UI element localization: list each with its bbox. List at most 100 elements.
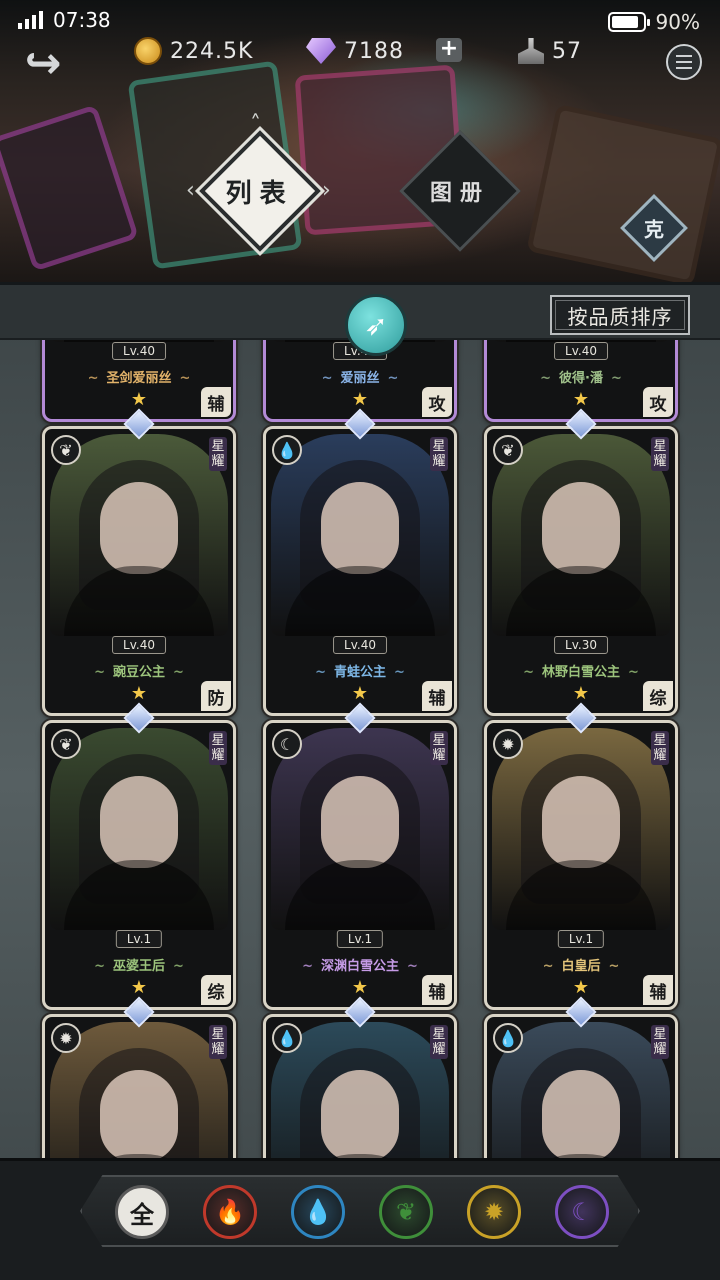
status-time: 07:38: [53, 8, 111, 32]
filter-water-button[interactable]: 💧: [291, 1185, 345, 1239]
rarity-mark: 星耀: [209, 731, 227, 765]
rarity-mark: 星耀: [430, 1025, 448, 1059]
role-badge: 综: [201, 975, 231, 1005]
rarity-mark: 星耀: [430, 731, 448, 765]
filter-leaf-button[interactable]: ❦: [379, 1185, 433, 1239]
quick-upgrade-button[interactable]: ➶: [345, 294, 407, 356]
role-badge: 防: [201, 681, 231, 711]
card-level: Lv.40: [112, 342, 166, 360]
card-name: 彼得·潘: [487, 367, 675, 386]
card-level: Lv.1: [115, 930, 163, 948]
gold-coin-icon: [134, 37, 162, 65]
card-name: 青蛙公主: [266, 661, 454, 680]
card-level: Lv.40: [333, 636, 387, 654]
tab-list-label: 列表: [225, 178, 295, 209]
character-card[interactable]: 💧 星耀: [484, 1014, 678, 1158]
filter-fire-button[interactable]: 🔥: [203, 1185, 257, 1239]
gem-icon: [306, 38, 336, 64]
card-level: Lv.1: [557, 930, 605, 948]
role-badge: 辅: [422, 681, 452, 711]
battery-icon: [607, 12, 650, 32]
gem-counter: 7188: [306, 36, 404, 66]
character-portrait: [271, 434, 449, 636]
gem-amount: 7188: [344, 38, 404, 64]
character-card[interactable]: ✹ 星耀 Lv.1 白皇后 ★ 辅: [484, 720, 678, 1010]
card-name: 白皇后: [487, 955, 675, 974]
add-gems-button[interactable]: +: [436, 38, 462, 62]
character-card[interactable]: ✹ 星耀: [42, 1014, 236, 1158]
tab-left-arrow-icon: ‹: [186, 178, 195, 203]
leaf-element-icon: ❦: [493, 435, 523, 465]
role-badge: 辅: [643, 975, 673, 1005]
character-card[interactable]: ❦ 星耀 Lv.1 巫婆王后 ★ 综: [42, 720, 236, 1010]
filter-all-label: 全: [130, 1200, 154, 1229]
character-card[interactable]: ☾ 星耀 Lv.1 深渊白雪公主 ★ 辅: [263, 720, 457, 1010]
role-badge: 攻: [643, 387, 673, 417]
ink-counter: 57: [518, 36, 582, 66]
water-element-icon: 💧: [272, 435, 302, 465]
character-card[interactable]: ❦ 星耀 Lv.30 林野白雪公主 ★ 综: [484, 426, 678, 716]
gold-amount: 224.5K: [170, 38, 254, 64]
sun-element-icon: ✹: [51, 1023, 81, 1053]
role-badge: 辅: [201, 387, 231, 417]
battery-indicator: 90%: [607, 10, 700, 34]
leaf-icon: ❦: [395, 1198, 417, 1226]
water-element-icon: 💧: [272, 1023, 302, 1053]
ink-amount: 57: [552, 38, 582, 64]
card-level: Lv.40: [112, 636, 166, 654]
leaf-element-icon: ❦: [51, 729, 81, 759]
card-name: 圣剑爱丽丝: [45, 367, 233, 386]
role-badge: 辅: [422, 975, 452, 1005]
back-arrow-icon: ↩: [24, 37, 62, 89]
character-grid[interactable]: Lv.40 圣剑爱丽丝 ★ 辅 Lv.40 爱丽丝 ★ 攻 Lv.40 彼得·潘…: [0, 340, 720, 1158]
header-banner: 07:38 90% ↩ 224.5K 7188 + 57 ‹ ˄ ˅ › 列表 …: [0, 0, 720, 282]
rarity-mark: 星耀: [651, 1025, 669, 1059]
character-portrait: [492, 728, 670, 930]
sort-by-quality-button[interactable]: 按品质排序: [550, 295, 690, 335]
character-card[interactable]: 💧 星耀: [263, 1014, 457, 1158]
rocket-icon: ➶: [364, 308, 388, 342]
moon-element-icon: ☾: [272, 729, 302, 759]
screen: { "status": {"time": "07:38", "battery":…: [0, 0, 720, 1280]
rarity-mark: 星耀: [209, 1025, 227, 1059]
signal-icon: [18, 11, 43, 29]
tab-atlas-label: 图册: [429, 180, 491, 206]
card-name: 巫婆王后: [45, 955, 233, 974]
character-list-panel: 按品质排序 ➶ Lv.40 圣剑爱丽丝 ★ 辅 Lv.40 爱丽丝 ★ 攻: [0, 282, 720, 1280]
character-portrait: [492, 434, 670, 636]
leaf-element-icon: ❦: [51, 435, 81, 465]
character-portrait: [50, 728, 228, 930]
character-portrait: [50, 434, 228, 636]
ink-bottle-icon: [518, 38, 544, 64]
element-filter-bar: 全 🔥 💧 ❦ ✹ ☾: [0, 1158, 720, 1280]
rarity-mark: 星耀: [209, 437, 227, 471]
restrain-label: 克: [644, 217, 664, 242]
role-badge: 综: [643, 681, 673, 711]
card-name: 爱丽丝: [266, 367, 454, 386]
filter-all-button[interactable]: 全: [115, 1185, 169, 1239]
menu-button[interactable]: [666, 44, 702, 80]
character-card[interactable]: 💧 星耀 Lv.40 青蛙公主 ★ 辅: [263, 426, 457, 716]
role-badge: 攻: [422, 387, 452, 417]
water-icon: 💧: [303, 1198, 333, 1226]
moon-icon: ☾: [571, 1198, 593, 1226]
rarity-mark: 星耀: [651, 731, 669, 765]
water-element-icon: 💧: [493, 1023, 523, 1053]
card-name: 深渊白雪公主: [266, 955, 454, 974]
rarity-mark: 星耀: [651, 437, 669, 471]
sun-icon: ✹: [483, 1198, 505, 1226]
character-portrait: [271, 728, 449, 930]
card-level: Lv.1: [336, 930, 384, 948]
rarity-mark: 星耀: [430, 437, 448, 471]
card-name: 林野白雪公主: [487, 661, 675, 680]
character-card[interactable]: ❦ 星耀 Lv.40 豌豆公主 ★ 防: [42, 426, 236, 716]
back-button[interactable]: ↩: [18, 37, 68, 89]
tab-right-arrow-icon: ›: [322, 178, 331, 203]
gold-counter: 224.5K: [134, 36, 253, 66]
card-level: Lv.40: [554, 342, 608, 360]
fire-icon: 🔥: [215, 1198, 245, 1226]
filter-moon-button[interactable]: ☾: [555, 1185, 609, 1239]
filter-sun-button[interactable]: ✹: [467, 1185, 521, 1239]
card-level: Lv.30: [554, 636, 608, 654]
battery-percent: 90%: [655, 10, 700, 34]
